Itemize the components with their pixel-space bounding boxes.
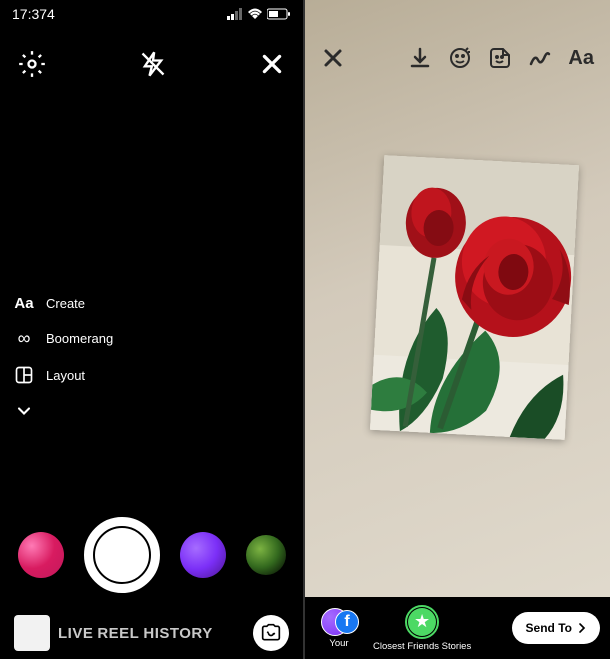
- chevron-right-icon: [574, 620, 590, 636]
- sticker-button[interactable]: [488, 46, 512, 70]
- flip-camera-button[interactable]: [253, 615, 289, 651]
- facebook-badge-icon: f: [335, 610, 359, 634]
- editor-toolbar: Aa: [305, 46, 610, 70]
- filter-right-2[interactable]: [246, 535, 286, 575]
- expand-modes[interactable]: [12, 401, 113, 421]
- close-friends-label: Closest Friends Stories: [373, 641, 471, 652]
- camera-top-controls: [0, 50, 303, 78]
- create-mode[interactable]: Aa Create: [12, 295, 113, 312]
- close-friends-icon: ★: [405, 605, 439, 639]
- close-editor-button[interactable]: [321, 46, 345, 70]
- infinity-icon: ∞: [12, 328, 36, 349]
- story-editor-screen: Aa: [305, 0, 610, 659]
- tab-live[interactable]: LIVE: [58, 625, 93, 642]
- camera-bottom-bar: LIVE REEL HISTORY: [0, 615, 303, 651]
- filter-left[interactable]: [18, 532, 64, 578]
- layout-mode-label: Layout: [46, 368, 85, 383]
- shutter-row: [0, 517, 303, 593]
- capture-tabs: LIVE REEL HISTORY: [58, 625, 245, 642]
- status-icons: [227, 8, 291, 20]
- tab-history[interactable]: HISTORY: [143, 625, 212, 642]
- status-bar: 17:374: [0, 6, 303, 22]
- status-time: 17:374: [12, 6, 55, 22]
- download-button[interactable]: [408, 46, 432, 70]
- gallery-thumbnail[interactable]: [14, 615, 50, 651]
- story-photo[interactable]: [370, 155, 579, 440]
- boomerang-mode[interactable]: ∞ Boomerang: [12, 328, 113, 349]
- text-tool-button[interactable]: Aa: [568, 47, 594, 70]
- your-story-avatar: f: [321, 608, 357, 636]
- text-aa-icon: Aa: [12, 295, 36, 312]
- flash-off-button[interactable]: [139, 50, 167, 78]
- close-friends-target[interactable]: ★ Closest Friends Stories: [373, 605, 471, 652]
- your-story-label: Your: [329, 638, 348, 649]
- share-bar: f Your ★ Closest Friends Stories Send To: [305, 597, 610, 659]
- filter-right-1[interactable]: [180, 532, 226, 578]
- create-mode-label: Create: [46, 296, 85, 311]
- camera-screen: 17:374 Aa Create ∞ Boomerang: [0, 0, 305, 659]
- send-to-button[interactable]: Send To: [512, 612, 600, 644]
- layout-grid-icon: [12, 365, 36, 385]
- draw-button[interactable]: [528, 46, 552, 70]
- tab-reel[interactable]: REEL: [97, 625, 139, 642]
- chevron-down-icon: [12, 401, 36, 421]
- effects-button[interactable]: [448, 46, 472, 70]
- capture-mode-list: Aa Create ∞ Boomerang Layout: [12, 295, 113, 421]
- shutter-button[interactable]: [84, 517, 160, 593]
- layout-mode[interactable]: Layout: [12, 365, 113, 385]
- your-story-target[interactable]: f Your: [315, 608, 363, 649]
- boomerang-mode-label: Boomerang: [46, 331, 113, 346]
- send-to-label: Send To: [526, 621, 572, 635]
- settings-button[interactable]: [18, 50, 46, 78]
- close-button[interactable]: [259, 51, 285, 77]
